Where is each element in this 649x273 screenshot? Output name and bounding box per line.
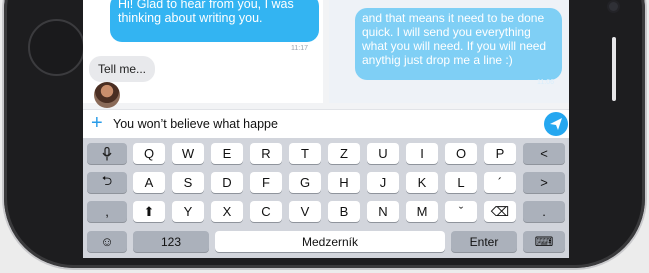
microphone-icon bbox=[102, 146, 112, 160]
key-c[interactable]: C bbox=[250, 201, 282, 222]
chat-pane-left: Hi! Glad to hear from you, I was thinkin… bbox=[83, 0, 323, 108]
key-caron[interactable]: ˇ bbox=[445, 201, 477, 222]
emoji-key[interactable]: ☺ bbox=[87, 231, 127, 252]
message-bubble-sent-preview: and that means it need to be done quick.… bbox=[355, 8, 562, 80]
key-r[interactable]: R bbox=[250, 143, 282, 164]
message-composer: + bbox=[83, 109, 569, 138]
key-y[interactable]: Y bbox=[172, 201, 204, 222]
key-k[interactable]: K bbox=[406, 172, 438, 193]
message-timestamp: 11:17 bbox=[291, 45, 308, 52]
key-b[interactable]: B bbox=[328, 201, 360, 222]
period-key[interactable]: . bbox=[523, 201, 565, 222]
message-bubble-received: Tell me... bbox=[89, 56, 156, 82]
hide-keyboard-key[interactable]: ⌨ bbox=[523, 231, 565, 252]
key-acute[interactable]: ´ bbox=[484, 172, 516, 193]
key-q[interactable]: Q bbox=[133, 143, 165, 164]
message-line: what you will need. If you will need bbox=[362, 39, 547, 53]
key-z[interactable]: Z bbox=[328, 143, 360, 164]
key-v[interactable]: V bbox=[289, 201, 321, 222]
avatar[interactable] bbox=[94, 82, 120, 108]
cursor-right-key[interactable]: > bbox=[523, 172, 565, 193]
key-u[interactable]: U bbox=[367, 143, 399, 164]
key-a[interactable]: A bbox=[133, 172, 165, 193]
key-g[interactable]: G bbox=[289, 172, 321, 193]
camera-icon bbox=[609, 2, 618, 11]
key-h[interactable]: H bbox=[328, 172, 360, 193]
key-e[interactable]: E bbox=[211, 143, 243, 164]
message-input[interactable] bbox=[113, 115, 533, 133]
cursor-left-key[interactable]: < bbox=[523, 143, 565, 164]
key-w[interactable]: W bbox=[172, 143, 204, 164]
home-button[interactable] bbox=[28, 19, 85, 76]
key-n[interactable]: N bbox=[367, 201, 399, 222]
plus-icon[interactable]: + bbox=[91, 112, 103, 134]
undo-key[interactable]: ⮌ bbox=[87, 172, 127, 193]
send-button[interactable] bbox=[544, 112, 568, 136]
enter-key[interactable]: Enter bbox=[451, 231, 517, 252]
shift-key[interactable]: ⬆ bbox=[133, 201, 165, 222]
key-l[interactable]: L bbox=[445, 172, 477, 193]
space-key[interactable]: Medzerník bbox=[215, 231, 445, 252]
message-line: anythig just drop me a line :) bbox=[362, 53, 513, 67]
message-line: quick. I will send you everything bbox=[362, 25, 531, 39]
phone-screen: Hi! Glad to hear from you, I was thinkin… bbox=[83, 0, 569, 258]
key-t[interactable]: T bbox=[289, 143, 321, 164]
comma-key[interactable]: , bbox=[87, 201, 127, 222]
key-i[interactable]: I bbox=[406, 143, 438, 164]
message-line: Hi! Glad to hear from you, I was bbox=[118, 0, 294, 11]
key-s[interactable]: S bbox=[172, 172, 204, 193]
key-p[interactable]: P bbox=[484, 143, 516, 164]
microphone-key[interactable] bbox=[87, 143, 127, 164]
keyboard: Q W E R T Z U I O P < ⮌ A S D F G H J K … bbox=[83, 138, 569, 258]
numbers-key[interactable]: 123 bbox=[133, 231, 209, 252]
key-o[interactable]: O bbox=[445, 143, 477, 164]
message-bubble-sent: Hi! Glad to hear from you, I was thinkin… bbox=[110, 0, 319, 42]
backspace-key[interactable]: ⌫ bbox=[484, 201, 516, 222]
message-timestamp: 11:06 bbox=[537, 79, 554, 86]
key-j[interactable]: J bbox=[367, 172, 399, 193]
key-f[interactable]: F bbox=[250, 172, 282, 193]
message-line: thinking about writing you. bbox=[118, 11, 263, 25]
side-indicator bbox=[612, 37, 616, 101]
key-x[interactable]: X bbox=[211, 201, 243, 222]
key-m[interactable]: M bbox=[406, 201, 438, 222]
key-d[interactable]: D bbox=[211, 172, 243, 193]
paper-plane-icon bbox=[550, 118, 562, 130]
message-line: and that means it need to be done bbox=[362, 11, 545, 25]
